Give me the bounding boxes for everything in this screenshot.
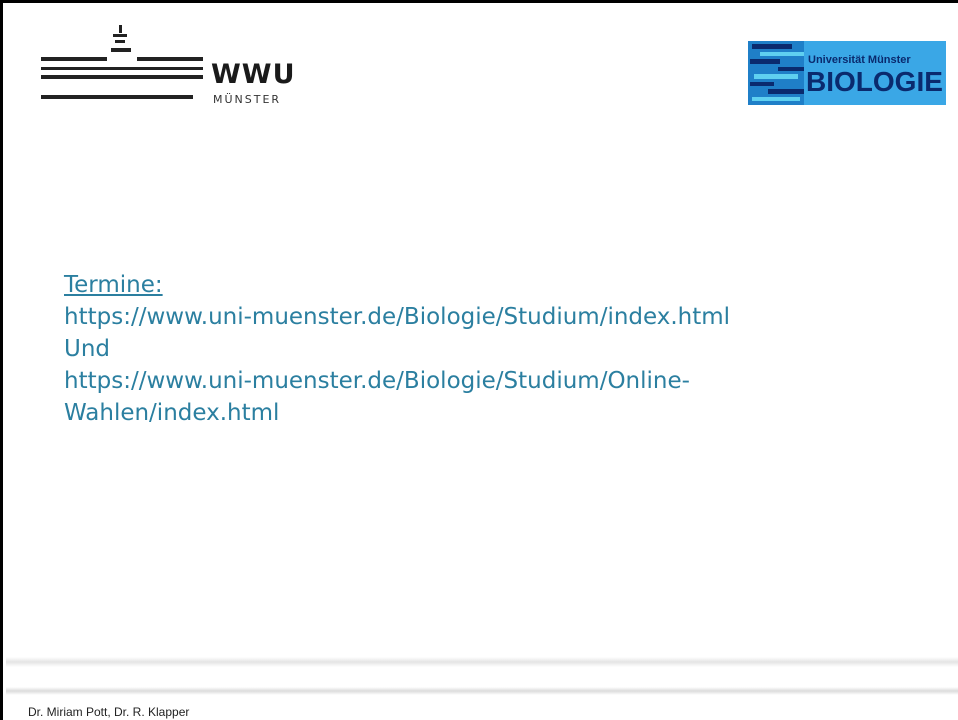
link-online-wahlen[interactable]: https://www.uni-muenster.de/Biologie/Stu… xyxy=(64,365,934,397)
connector-text: Und xyxy=(64,336,111,362)
biologie-logo: Universität Münster BIOLOGIE xyxy=(748,41,946,105)
footer-authors: Dr. Miriam Pott, Dr. R. Klapper xyxy=(28,705,190,719)
wwu-logo-subtext: MÜNSTER xyxy=(213,93,282,106)
slide-content: Termine: https://www.uni-muenster.de/Bio… xyxy=(64,269,934,429)
wwu-emblem-icon xyxy=(41,25,203,99)
wwu-logo: WWU MÜNSTER xyxy=(41,23,301,113)
footer-band-bottom xyxy=(6,687,958,695)
link-studium[interactable]: https://www.uni-muenster.de/Biologie/Stu… xyxy=(64,301,934,333)
termine-heading: Termine: xyxy=(64,272,163,298)
biologie-logo-title: BIOLOGIE xyxy=(806,66,943,97)
footer-band-top xyxy=(6,657,958,667)
wwu-logo-text: WWU xyxy=(211,59,296,90)
slide: WWU MÜNSTER Universität Münster BIOLOGIE… xyxy=(0,0,958,720)
biologie-logo-university: Universität Münster xyxy=(808,54,911,66)
link-online-wahlen-continued[interactable]: Wahlen/index.html xyxy=(64,397,934,429)
